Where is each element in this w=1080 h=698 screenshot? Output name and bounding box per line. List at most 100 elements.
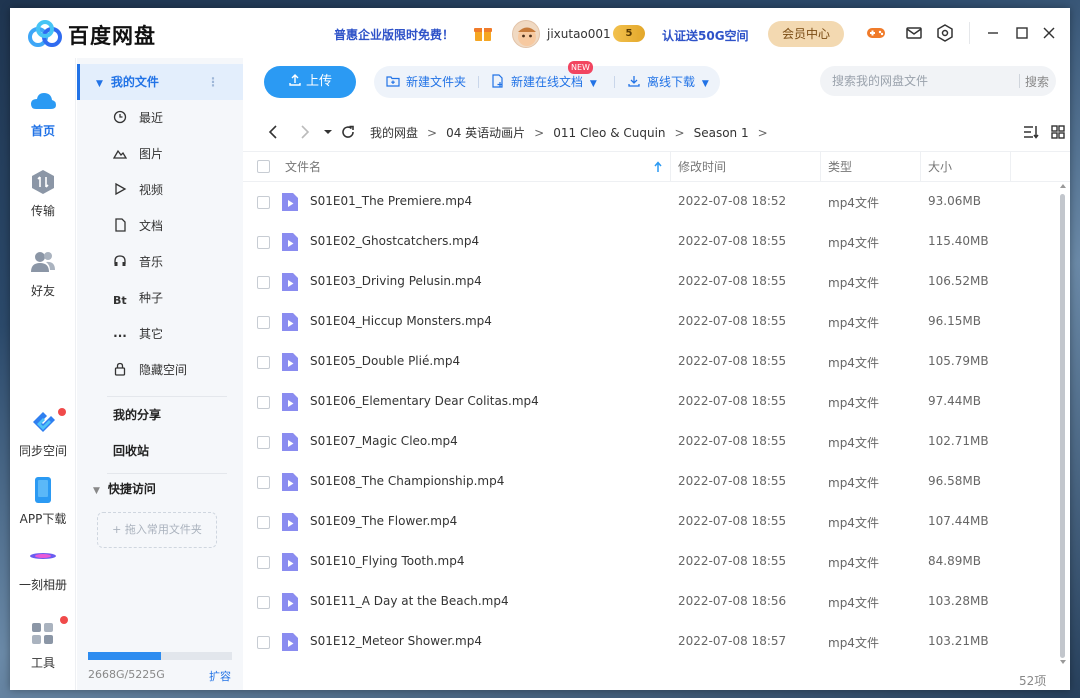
gamepad-icon[interactable]: [865, 22, 887, 44]
rail-item-friends[interactable]: 好友: [10, 248, 76, 299]
table-row[interactable]: S01E06_Elementary Dear Colitas.mp4 2022-0…: [243, 382, 1055, 422]
file-name[interactable]: S01E04_Hiccup Monsters.mp4: [310, 314, 492, 328]
table-row[interactable]: S01E12_Meteor Shower.mp4 2022-07-08 18:57…: [243, 622, 1055, 662]
row-checkbox[interactable]: [257, 236, 270, 249]
username[interactable]: jixutao001: [547, 27, 611, 41]
minimize-icon[interactable]: [982, 22, 1004, 44]
breadcrumb-item[interactable]: 我的网盘: [370, 126, 418, 140]
sidebar-item-recent[interactable]: 最近: [113, 100, 243, 136]
table-row[interactable]: S01E01_The Premiere.mp4 2022-07-08 18:52 m…: [243, 182, 1055, 222]
table-row[interactable]: S01E08_The Championship.mp4 2022-07-08 18…: [243, 462, 1055, 502]
refresh-icon[interactable]: [339, 123, 357, 141]
sort-list-icon[interactable]: [1022, 123, 1040, 141]
sidebar-item-music[interactable]: 音乐: [113, 244, 243, 280]
file-name[interactable]: S01E02_Ghostcatchers.mp4: [310, 234, 479, 248]
file-name[interactable]: S01E08_The Championship.mp4: [310, 474, 504, 488]
table-row[interactable]: S01E03_Driving Pelusin.mp4 2022-07-08 18:…: [243, 262, 1055, 302]
back-icon[interactable]: [265, 123, 283, 141]
sidebar-item-videos[interactable]: 视频: [113, 172, 243, 208]
rail-item-app-download[interactable]: APP下载: [10, 476, 76, 527]
video-file-icon: [282, 193, 298, 211]
sidebar-item-images[interactable]: 图片: [113, 136, 243, 172]
column-header-modified[interactable]: 修改时间: [678, 152, 726, 182]
file-name[interactable]: S01E12_Meteor Shower.mp4: [310, 634, 482, 648]
file-name[interactable]: S01E06_Elementary Dear Colitas.mp4: [310, 394, 539, 408]
mail-icon[interactable]: [903, 22, 925, 44]
row-checkbox[interactable]: [257, 316, 270, 329]
row-checkbox[interactable]: [257, 356, 270, 369]
maximize-icon[interactable]: [1011, 22, 1033, 44]
history-dropdown-icon[interactable]: [319, 123, 337, 141]
file-name[interactable]: S01E10_Flying Tooth.mp4: [310, 554, 465, 568]
sidebar-my-files[interactable]: ▼ 我的文件 ⋮: [77, 64, 243, 100]
forward-icon[interactable]: [295, 123, 313, 141]
row-checkbox[interactable]: [257, 396, 270, 409]
row-checkbox[interactable]: [257, 596, 270, 609]
quick-access-drop-zone[interactable]: + 拖入常用文件夹: [97, 512, 217, 548]
sidebar-item-documents[interactable]: 文档: [113, 208, 243, 244]
column-header-name[interactable]: 文件名: [285, 152, 321, 182]
new-folder-button[interactable]: 新建文件夹: [386, 66, 466, 98]
table-row[interactable]: S01E07_Magic Cleo.mp4 2022-07-08 18:55 mp4…: [243, 422, 1055, 462]
more-vertical-icon[interactable]: ⋮: [207, 64, 219, 100]
scroll-down-icon[interactable]: [1059, 658, 1067, 666]
file-name[interactable]: S01E03_Driving Pelusin.mp4: [310, 274, 482, 288]
table-row[interactable]: S01E02_Ghostcatchers.mp4 2022-07-08 18:55…: [243, 222, 1055, 262]
row-checkbox[interactable]: [257, 436, 270, 449]
vip-level-badge[interactable]: 5: [613, 25, 645, 42]
sidebar-quick-access[interactable]: ▼ 快捷访问: [77, 471, 243, 507]
table-row[interactable]: S01E11_A Day at the Beach.mp4 2022-07-08 …: [243, 582, 1055, 622]
row-checkbox[interactable]: [257, 516, 270, 529]
rail-item-album[interactable]: 一刻相册: [10, 542, 76, 593]
search-button[interactable]: 搜索: [1025, 73, 1049, 90]
file-name[interactable]: S01E09_The Flower.mp4: [310, 514, 457, 528]
table-row[interactable]: S01E05_Double Plié.mp4 2022-07-08 18:55 mp…: [243, 342, 1055, 382]
select-all-checkbox[interactable]: [257, 160, 270, 173]
certify-link[interactable]: 认证送50G空间: [662, 27, 749, 44]
settings-icon[interactable]: [934, 22, 956, 44]
sidebar-item-hidden-space[interactable]: 隐藏空间: [113, 352, 243, 388]
member-center-button[interactable]: 会员中心: [768, 21, 844, 47]
sidebar-item-torrents[interactable]: Bt 种子: [113, 280, 243, 316]
sidebar-my-share[interactable]: 我的分享: [77, 397, 243, 433]
column-header-type[interactable]: 类型: [828, 152, 852, 182]
file-name[interactable]: S01E05_Double Plié.mp4: [310, 354, 460, 368]
offline-download-button[interactable]: 离线下载 ▼: [627, 66, 709, 98]
search-input[interactable]: [832, 72, 1012, 90]
enterprise-promo-link[interactable]: 普惠企业版限时免费！: [334, 26, 454, 43]
sidebar-recycle-bin[interactable]: 回收站: [77, 433, 243, 469]
sidebar-item-other[interactable]: ··· 其它: [113, 316, 243, 352]
video-file-icon: [282, 473, 298, 491]
row-checkbox[interactable]: [257, 476, 270, 489]
row-checkbox[interactable]: [257, 556, 270, 569]
gift-icon[interactable]: [472, 22, 494, 44]
rail-item-home[interactable]: 首页: [10, 88, 76, 139]
column-header-size[interactable]: 大小: [928, 152, 952, 182]
row-checkbox[interactable]: [257, 276, 270, 289]
table-row[interactable]: S01E09_The Flower.mp4 2022-07-08 18:55 mp4…: [243, 502, 1055, 542]
breadcrumb-item[interactable]: Season 1: [694, 126, 749, 140]
table-row[interactable]: S01E10_Flying Tooth.mp4 2022-07-08 18:55 m…: [243, 542, 1055, 582]
dropdown-caret-icon[interactable]: ▼: [590, 79, 597, 89]
rail-item-tools[interactable]: 工具: [10, 620, 76, 671]
dropdown-caret-icon[interactable]: ▼: [702, 79, 709, 89]
table-row[interactable]: S01E04_Hiccup Monsters.mp4 2022-07-08 18:…: [243, 302, 1055, 342]
breadcrumb-item[interactable]: 011 Cleo & Cuquin: [553, 126, 665, 140]
file-name[interactable]: S01E07_Magic Cleo.mp4: [310, 434, 458, 448]
scrollbar-thumb[interactable]: [1060, 194, 1065, 658]
sort-ascending-icon[interactable]: [653, 160, 663, 174]
grid-view-icon[interactable]: [1049, 123, 1067, 141]
breadcrumb-item[interactable]: 04 英语动画片: [446, 126, 525, 140]
file-name[interactable]: S01E11_A Day at the Beach.mp4: [310, 594, 509, 608]
close-icon[interactable]: [1038, 22, 1060, 44]
vertical-scrollbar[interactable]: [1056, 182, 1070, 666]
upload-button[interactable]: 上传: [264, 66, 356, 98]
file-name[interactable]: S01E01_The Premiere.mp4: [310, 194, 472, 208]
scroll-up-icon[interactable]: [1059, 182, 1067, 190]
row-checkbox[interactable]: [257, 196, 270, 209]
avatar[interactable]: [512, 20, 540, 48]
rail-item-sync-space[interactable]: 同步空间: [10, 408, 76, 459]
row-checkbox[interactable]: [257, 636, 270, 649]
expand-storage-link[interactable]: 扩容: [209, 668, 231, 684]
rail-item-transfer[interactable]: 传输: [10, 168, 76, 219]
